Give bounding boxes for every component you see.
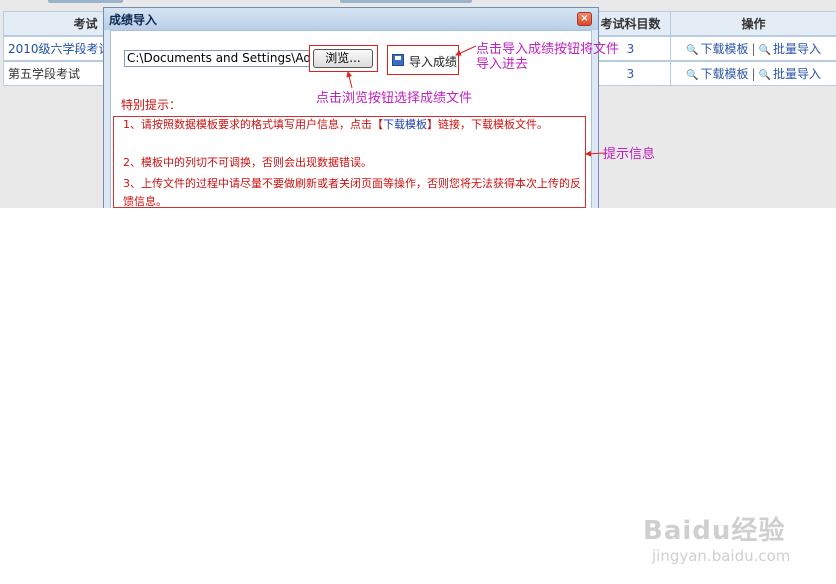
header-subject-count: 考试科目数 bbox=[590, 11, 671, 36]
browse-button[interactable]: 浏览... bbox=[313, 49, 373, 68]
top-tab-right[interactable] bbox=[340, 0, 472, 3]
import-grades-label: 导入成绩 bbox=[409, 55, 458, 69]
magnifier-icon: 🔍 bbox=[758, 45, 771, 56]
watermark-logo: Baidu经验 bbox=[643, 516, 786, 546]
table-row-ops: 🔍 下载模板 | 🔍 批量导入 bbox=[670, 61, 836, 86]
header-operations: 操作 bbox=[670, 11, 836, 36]
top-tab-left[interactable] bbox=[48, 0, 123, 3]
tip-1: 1、请按照数据模板要求的格式填写用户信息，点击【下载模板】链接，下载模板文件。 bbox=[123, 116, 583, 134]
dialog-title: 成绩导入 bbox=[109, 13, 158, 27]
file-path-input[interactable]: C:\Documents and Settings\Administrator bbox=[124, 50, 310, 67]
tip-1-text-b: 】链接，下载模板文件。 bbox=[427, 118, 548, 131]
batch-import-link[interactable]: 批量导入 bbox=[773, 67, 821, 81]
download-template-link[interactable]: 下载模板 bbox=[700, 67, 748, 81]
tip-3: 3、上传文件的过程中请尽量不要做刷新或者关闭页面等操作，否则您将无法获得本次上传… bbox=[123, 177, 581, 208]
save-disk-icon bbox=[392, 54, 404, 66]
separator: | bbox=[751, 67, 756, 81]
tip-2: 2、模板中的列切不可调换，否则会出现数据错误。 bbox=[123, 156, 372, 169]
import-grades-button[interactable]: 导入成绩 bbox=[387, 45, 459, 75]
download-template-link[interactable]: 下载模板 bbox=[700, 42, 748, 56]
annotation-browse: 点击浏览按钮选择成绩文件 bbox=[316, 91, 473, 106]
table-row-subject-count[interactable]: 3 bbox=[590, 61, 671, 86]
magnifier-icon: 🔍 bbox=[686, 45, 699, 56]
dialog-title-bar[interactable]: 成绩导入 × bbox=[104, 8, 598, 30]
tips-title: 特别提示： bbox=[121, 98, 182, 112]
magnifier-icon: 🔍 bbox=[758, 70, 771, 81]
batch-import-link[interactable]: 批量导入 bbox=[773, 42, 821, 56]
magnifier-icon: 🔍 bbox=[686, 70, 699, 81]
download-template-link[interactable]: 下载模板 bbox=[383, 118, 427, 131]
tip-1-text-a: 1、请按照数据模板要求的格式填写用户信息，点击【 bbox=[123, 118, 383, 131]
watermark-url: jingyan.baidu.com bbox=[652, 547, 791, 565]
table-row-ops: 🔍 下载模板 | 🔍 批量导入 bbox=[670, 36, 836, 61]
tips-highlight-box: 1、请按照数据模板要求的格式填写用户信息，点击【下载模板】链接，下载模板文件。 … bbox=[113, 116, 586, 208]
annotation-tips: 提示信息 bbox=[603, 147, 656, 162]
annotation-import-2: 导入进去 bbox=[476, 57, 529, 72]
separator: | bbox=[751, 42, 756, 56]
close-icon[interactable]: × bbox=[577, 12, 592, 26]
